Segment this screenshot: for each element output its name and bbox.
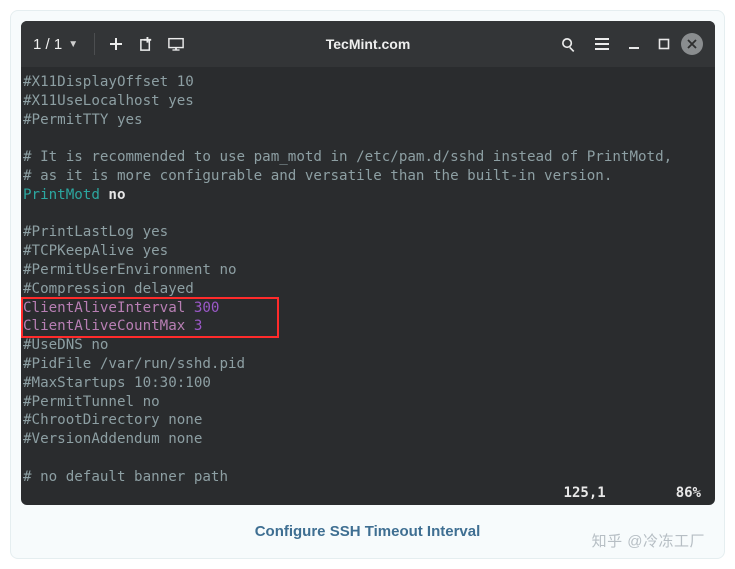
close-button[interactable] xyxy=(681,33,703,55)
titlebar: 1 / 1 ▼ TecMint.com xyxy=(21,21,715,67)
broadcast-button[interactable] xyxy=(161,29,191,59)
editor-line: #ChrootDirectory none xyxy=(23,411,713,430)
editor-line: ClientAliveInterval 300 xyxy=(23,299,713,318)
editor-line xyxy=(23,129,713,148)
editor-line: # no default banner path xyxy=(23,468,713,487)
editor-line: #PrintLastLog yes xyxy=(23,223,713,242)
editor-line: #Compression delayed xyxy=(23,280,713,299)
editor-line xyxy=(23,449,713,468)
search-button[interactable] xyxy=(553,29,583,59)
watermark: 知乎 @冷冻工厂 xyxy=(592,530,705,551)
editor-line: #X11DisplayOffset 10 xyxy=(23,73,713,92)
editor-line: # as it is more configurable and versati… xyxy=(23,167,713,186)
editor-line: #MaxStartups 10:30:100 xyxy=(23,374,713,393)
tab-counter[interactable]: 1 / 1 ▼ xyxy=(33,36,88,53)
editor-viewport[interactable]: #X11DisplayOffset 10#X11UseLocalhost yes… xyxy=(21,67,715,487)
editor-line: ClientAliveCountMax 3 xyxy=(23,317,713,336)
editor-line: # It is recommended to use pam_motd in /… xyxy=(23,148,713,167)
broadcast-icon xyxy=(168,37,184,51)
new-window-button[interactable] xyxy=(131,29,161,59)
editor-line: #X11UseLocalhost yes xyxy=(23,92,713,111)
editor-line: #TCPKeepAlive yes xyxy=(23,242,713,261)
new-window-icon xyxy=(139,37,154,52)
editor-line: #PidFile /var/run/sshd.pid xyxy=(23,355,713,374)
new-tab-button[interactable] xyxy=(101,29,131,59)
editor-line: #PermitTTY yes xyxy=(23,111,713,130)
close-icon xyxy=(687,39,697,49)
hamburger-icon xyxy=(595,38,609,50)
plus-icon xyxy=(109,37,123,51)
editor-line: #VersionAddendum none xyxy=(23,430,713,449)
editor-line xyxy=(23,205,713,224)
search-icon xyxy=(561,37,576,52)
maximize-icon xyxy=(658,38,670,50)
tab-counter-text: 1 / 1 xyxy=(33,36,62,53)
editor-line: #PermitTunnel no xyxy=(23,393,713,412)
chevron-down-icon: ▼ xyxy=(68,39,78,50)
editor-line: PrintMotd no xyxy=(23,186,713,205)
minimize-button[interactable] xyxy=(621,31,647,57)
menu-button[interactable] xyxy=(587,29,617,59)
maximize-button[interactable] xyxy=(651,31,677,57)
cursor-position: 125,1 xyxy=(564,485,606,501)
terminal-window: 1 / 1 ▼ TecMint.com xyxy=(21,21,715,505)
scroll-percent: 86% xyxy=(676,485,701,501)
vim-status-bar: 125,1 86% xyxy=(21,485,715,505)
right-controls xyxy=(553,29,703,59)
editor-line: #UseDNS no xyxy=(23,336,713,355)
minimize-icon xyxy=(628,38,640,50)
figure-card: 1 / 1 ▼ TecMint.com xyxy=(10,10,725,559)
editor-line: #PermitUserEnvironment no xyxy=(23,261,713,280)
divider xyxy=(94,33,95,55)
